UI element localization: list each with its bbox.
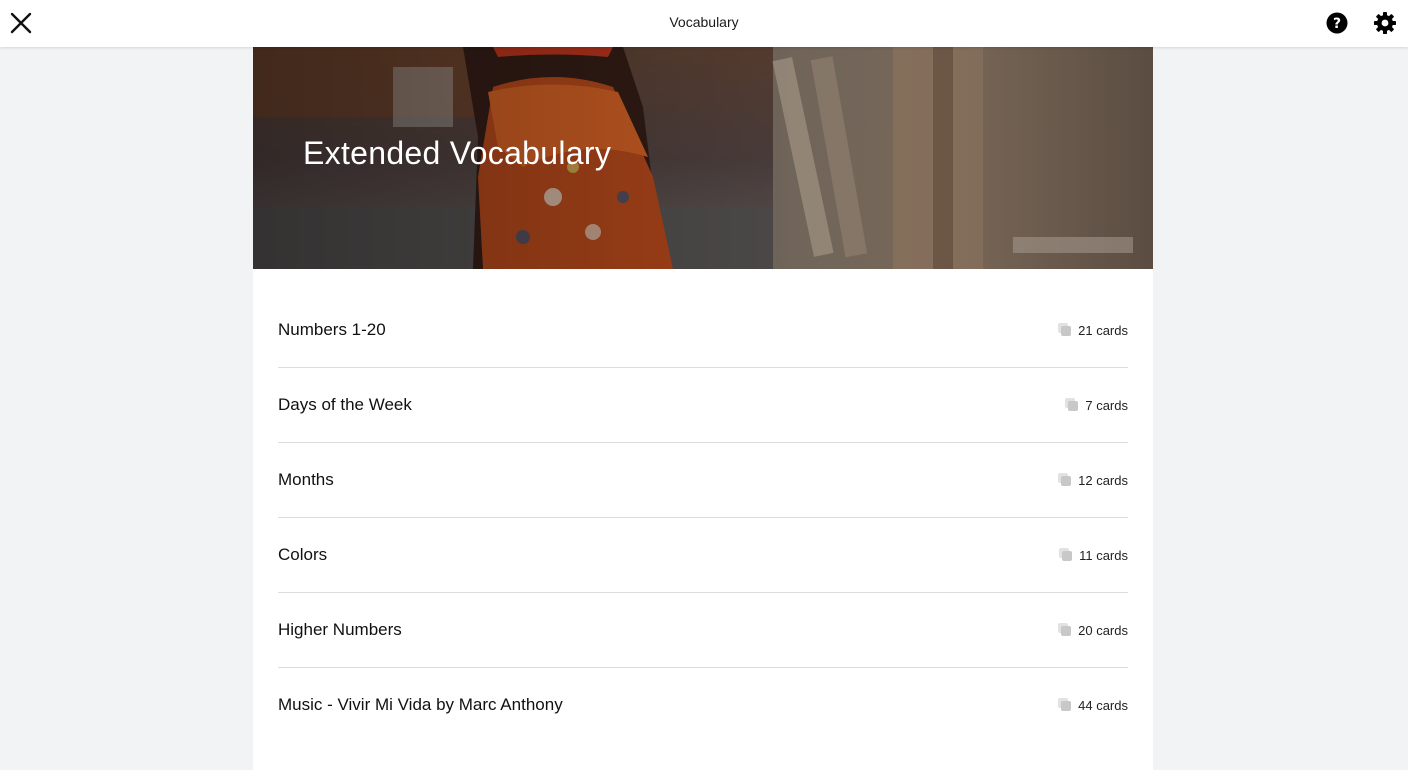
deck-title: Days of the Week — [278, 395, 412, 414]
deck-title: Colors — [278, 545, 328, 564]
deck-card-count: 7 cards — [1064, 397, 1128, 413]
hero-banner: Extended Vocabulary — [253, 47, 1153, 269]
deck-row-numbers[interactable]: Numbers 1-20 21 cards — [278, 293, 1128, 368]
cards-icon — [1058, 323, 1072, 336]
cards-icon — [1058, 473, 1072, 486]
deck-row-higher-numbers[interactable]: Higher Numbers 20 cards — [278, 593, 1128, 668]
card-count-label: 20 cards — [1078, 622, 1128, 638]
deck-row-months[interactable]: Months 12 cards — [278, 443, 1128, 518]
card-count-label: 44 cards — [1078, 697, 1128, 713]
deck-row-days-of-week[interactable]: Days of the Week 7 cards — [278, 368, 1128, 443]
cards-icon — [1059, 548, 1073, 561]
card-count-label: 12 cards — [1078, 472, 1128, 488]
cards-icon — [1065, 398, 1079, 411]
cards-icon — [1058, 698, 1072, 711]
deck-list: Numbers 1-20 21 cards Days of the Week 7… — [278, 293, 1128, 743]
hero-title: Extended Vocabulary — [303, 135, 612, 171]
deck-title: Higher Numbers — [278, 620, 402, 639]
deck-row-colors[interactable]: Colors 11 cards — [278, 518, 1128, 593]
card-count-label: 11 cards — [1079, 547, 1128, 563]
card-count-label: 7 cards — [1085, 397, 1128, 413]
cards-icon — [1058, 623, 1072, 636]
page-title: Vocabulary — [669, 14, 739, 30]
deck-row-music[interactable]: Music - Vivir Mi Vida by Marc Anthony 44… — [278, 668, 1128, 743]
gear-icon — [1374, 12, 1396, 34]
deck-card-count: 12 cards — [1057, 472, 1128, 488]
deck-card-count: 20 cards — [1057, 622, 1128, 638]
deck-title: Music - Vivir Mi Vida by Marc Anthony — [278, 695, 563, 714]
deck-card-count: 21 cards — [1057, 322, 1128, 338]
deck-title: Numbers 1-20 — [278, 320, 386, 339]
deck-card-count: 11 cards — [1058, 547, 1128, 563]
svg-text:?: ? — [1333, 16, 1341, 32]
top-bar: Vocabulary ? — [0, 0, 1408, 47]
deck-card-count: 44 cards — [1057, 697, 1128, 713]
card-count-label: 21 cards — [1078, 322, 1128, 338]
deck-title: Months — [278, 470, 334, 489]
settings-button[interactable] — [1373, 11, 1397, 35]
content-panel: Extended Vocabulary Numbers 1-20 21 card… — [253, 47, 1153, 770]
help-button[interactable]: ? — [1326, 12, 1348, 34]
help-icon: ? — [1326, 12, 1348, 34]
